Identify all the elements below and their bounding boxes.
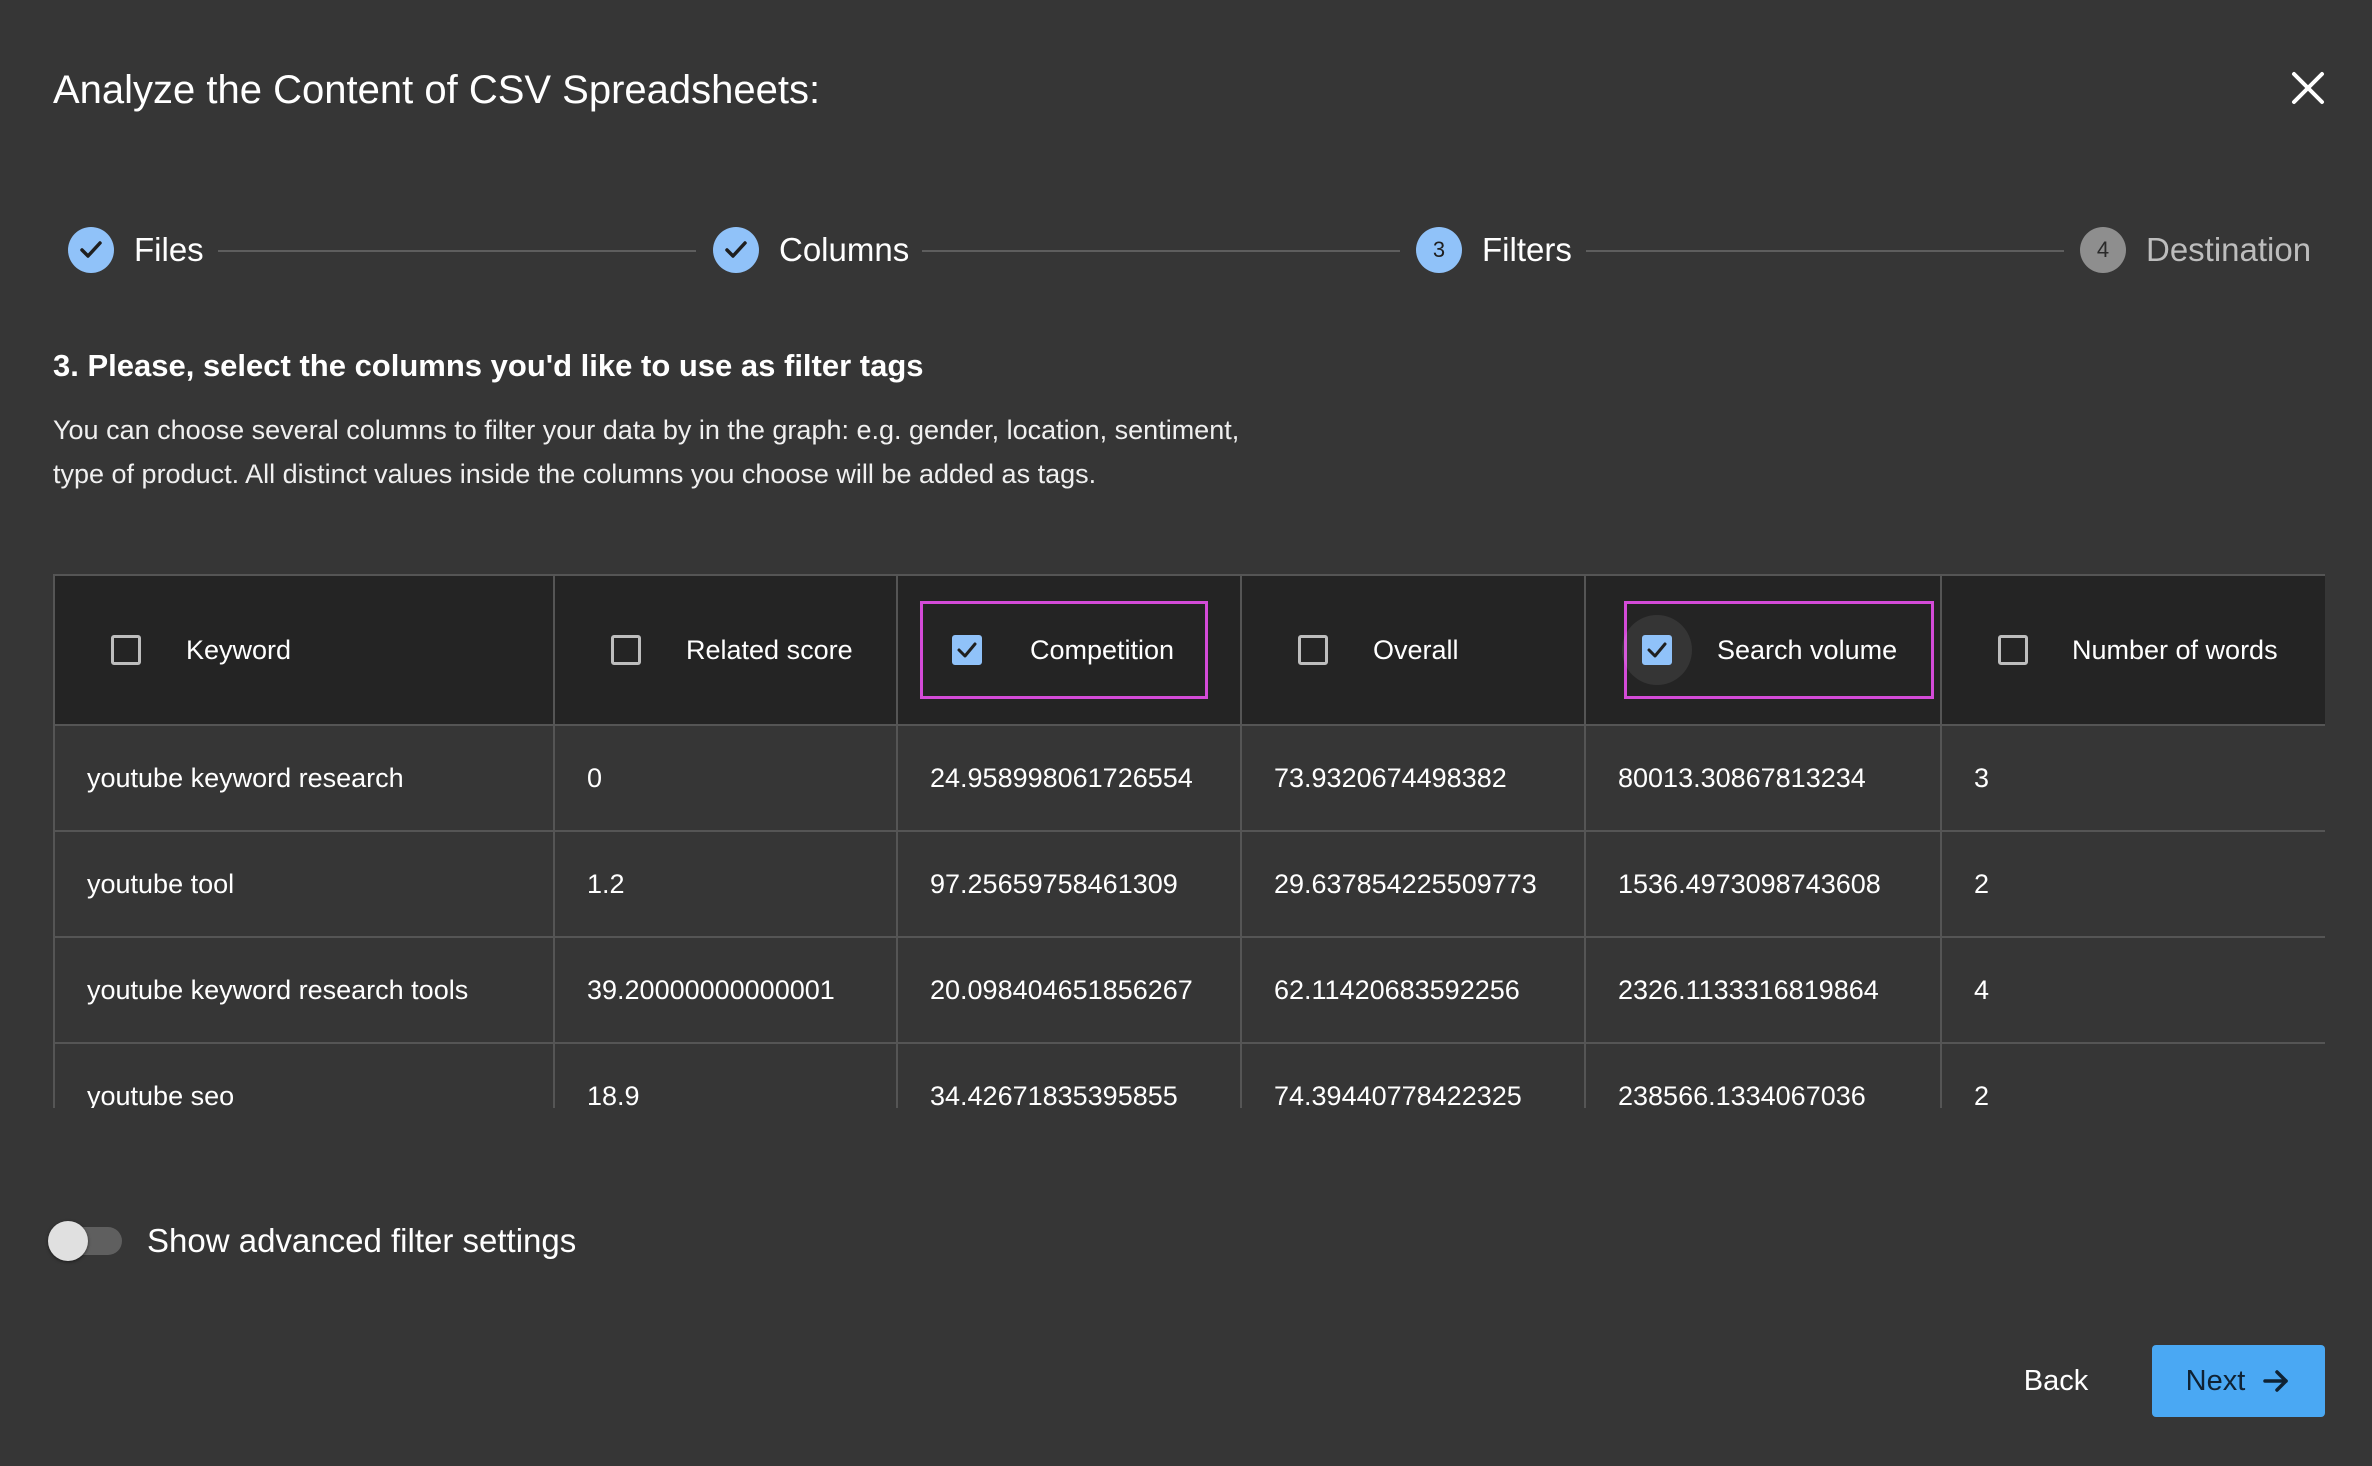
step-label: Filters xyxy=(1482,231,1572,268)
table-cell: youtube seo xyxy=(53,1042,555,1108)
column-header-overall: Overall xyxy=(1240,574,1586,726)
step-destination[interactable]: 4 Destination xyxy=(2080,220,2311,280)
step-filters[interactable]: 3 Filters xyxy=(1416,220,1572,280)
step-label: Destination xyxy=(2146,231,2312,268)
highlight-box xyxy=(920,601,1208,699)
table-cell: 74.39440778422325 xyxy=(1240,1042,1586,1108)
check-icon xyxy=(713,227,759,273)
table-row: youtube tool 1.2 97.25659758461309 29.63… xyxy=(53,830,2325,938)
toggle-knob xyxy=(48,1221,88,1261)
step-columns[interactable]: Columns xyxy=(713,220,909,280)
section-description: You can choose several columns to filter… xyxy=(53,415,1240,489)
table-cell: 3 xyxy=(1940,724,2325,832)
table-cell: 34.42671835395855 xyxy=(896,1042,1242,1108)
step-connector xyxy=(218,250,696,252)
step-files[interactable]: Files xyxy=(68,220,204,280)
column-label: Number of words xyxy=(2072,634,2278,665)
table-cell: 73.9320674498382 xyxy=(1240,724,1586,832)
check-icon xyxy=(68,227,114,273)
table-cell: 238566.1334067036 xyxy=(1584,1042,1942,1108)
advanced-filter-toggle[interactable] xyxy=(48,1221,122,1261)
table-cell: 62.11420683592256 xyxy=(1240,936,1586,1044)
back-button[interactable]: Back xyxy=(1996,1345,2116,1417)
search-volume-checkbox[interactable] xyxy=(1642,635,1672,665)
table-row: youtube keyword research tools 39.200000… xyxy=(53,936,2325,1044)
step-number: 3 xyxy=(1416,227,1462,273)
arrow-right-icon xyxy=(2263,1370,2289,1392)
table-cell: 2 xyxy=(1940,830,2325,938)
section-heading: 3. Please, select the columns you'd like… xyxy=(53,348,924,383)
table-row: youtube seo 18.9 34.42671835395855 74.39… xyxy=(53,1042,2325,1108)
advanced-filter-label: Show advanced filter settings xyxy=(147,1222,577,1259)
stepper: Files Columns 3 Filters 4 Destination xyxy=(0,220,2372,280)
check-icon xyxy=(1647,642,1667,658)
table-cell: 18.9 xyxy=(553,1042,898,1108)
related-score-checkbox[interactable] xyxy=(611,635,641,665)
dialog-title: Analyze the Content of CSV Spreadsheets: xyxy=(53,68,821,112)
column-header-number-of-words: Number of words xyxy=(1940,574,2325,726)
table-cell: 4 xyxy=(1940,936,2325,1044)
table-cell: 1536.4973098743608 xyxy=(1584,830,1942,938)
table-cell: 20.098404651856267 xyxy=(896,936,1242,1044)
keyword-checkbox[interactable] xyxy=(111,635,141,665)
column-header-keyword: Keyword xyxy=(53,574,555,726)
table-cell: 29.637854225509773 xyxy=(1240,830,1586,938)
next-button-label: Next xyxy=(2185,1364,2246,1397)
columns-table[interactable]: Keyword Related score Competition Overal… xyxy=(53,574,2325,1108)
table-cell: youtube keyword research xyxy=(53,724,555,832)
table-cell: youtube tool xyxy=(53,830,555,938)
column-label: Keyword xyxy=(186,634,292,665)
advanced-filter-toggle-row: Show advanced filter settings xyxy=(48,1221,577,1261)
table-cell: 2326.1133316819864 xyxy=(1584,936,1942,1044)
overall-checkbox[interactable] xyxy=(1298,635,1328,665)
table-header-row: Keyword Related score Competition Overal… xyxy=(53,574,2325,726)
table-cell: 0 xyxy=(553,724,898,832)
step-connector xyxy=(1586,250,2064,252)
column-header-search-volume: Search volume xyxy=(1584,574,1942,726)
close-icon xyxy=(2292,72,2324,104)
column-header-competition: Competition xyxy=(896,574,1242,726)
table-cell: 97.25659758461309 xyxy=(896,830,1242,938)
table-cell: 2 xyxy=(1940,1042,2325,1108)
next-button[interactable]: Next xyxy=(2152,1345,2325,1417)
number-of-words-checkbox[interactable] xyxy=(1998,635,2028,665)
table-row: youtube keyword research 0 24.9589980617… xyxy=(53,724,2325,832)
column-header-related-score: Related score xyxy=(553,574,898,726)
step-label: Columns xyxy=(779,231,910,268)
step-label: Files xyxy=(134,231,204,268)
table-cell: youtube keyword research tools xyxy=(53,936,555,1044)
table-cell: 80013.30867813234 xyxy=(1584,724,1942,832)
column-label: Overall xyxy=(1373,634,1459,665)
step-number: 4 xyxy=(2080,227,2126,273)
step-connector xyxy=(922,250,1400,252)
column-label: Related score xyxy=(686,634,853,665)
table-cell: 1.2 xyxy=(553,830,898,938)
table-cell: 39.20000000000001 xyxy=(553,936,898,1044)
close-button[interactable] xyxy=(2288,68,2328,108)
table-cell: 24.958998061726554 xyxy=(896,724,1242,832)
